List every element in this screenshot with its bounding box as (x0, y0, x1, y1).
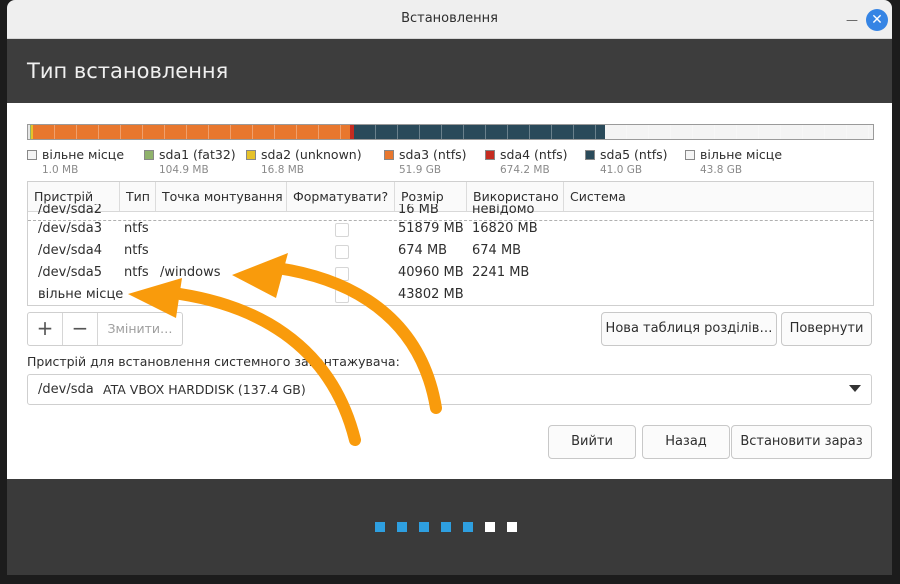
page-title: Тип встановлення (27, 59, 229, 83)
table-body: /dev/sda2 16 MB невідомо /dev/sda3 ntfs … (28, 204, 873, 305)
legend-swatch (384, 150, 394, 160)
legend-name: sda1 (fat32) (159, 147, 236, 162)
bootloader-device-description: ATA VBOX HARDDISK (137.4 GB) (103, 382, 306, 397)
cell-device: /dev/sda4 (38, 243, 102, 258)
cell-mount: /windows (160, 265, 221, 280)
window-title: Встановлення (401, 11, 498, 26)
new-partition-table-button[interactable]: Нова таблиця розділів… (601, 312, 777, 346)
chevron-down-icon (849, 385, 861, 392)
legend-name: sda3 (ntfs) (399, 147, 467, 162)
cell-device: /dev/sda3 (38, 221, 102, 236)
legend-size: 16.8 MB (261, 164, 304, 176)
close-icon[interactable]: ✕ (866, 9, 888, 31)
legend-size: 104.9 MB (159, 164, 209, 176)
progress-dot (485, 522, 495, 532)
format-checkbox[interactable] (335, 267, 349, 281)
change-partition-button[interactable]: Змінити… (98, 313, 182, 345)
cell-size: 43802 MB (398, 287, 464, 302)
legend-size: 674.2 MB (500, 164, 550, 176)
legend-name: вільне місце (42, 147, 125, 162)
bootloader-label: Пристрій для встановлення системного зав… (27, 354, 400, 369)
legend-size: 1.0 MB (42, 164, 79, 176)
title-bar: Встановлення — ✕ (7, 0, 892, 39)
legend-swatch (27, 150, 37, 160)
install-now-button[interactable]: Встановити зараз (731, 425, 872, 459)
footer (7, 479, 892, 575)
quit-button[interactable]: Вийти (548, 425, 636, 459)
bootloader-device-select[interactable]: /dev/sda ATA VBOX HARDDISK (137.4 GB) (27, 374, 872, 405)
minimize-icon[interactable]: — (844, 12, 860, 28)
cell-device: вільне місце (38, 287, 124, 302)
legend-swatch (685, 150, 695, 160)
table-row[interactable]: /dev/sda4 ntfs 674 MB 674 MB (28, 240, 873, 262)
table-row[interactable]: /dev/sda3 ntfs 51879 MB 16820 MB (28, 218, 873, 240)
cell-size: 40960 MB (398, 265, 464, 280)
partition-bar-segment (354, 125, 606, 139)
partition-bar (27, 124, 874, 140)
partition-toolbar: + − Змінити… (27, 312, 183, 346)
legend-name: sda5 (ntfs) (600, 147, 668, 162)
add-partition-button[interactable]: + (28, 313, 63, 345)
legend-swatch (585, 150, 595, 160)
cell-size: 51879 MB (398, 221, 464, 236)
progress-dot (375, 522, 385, 532)
progress-dot (419, 522, 429, 532)
legend-swatch (485, 150, 495, 160)
installer-window: Встановлення — ✕ Тип встановлення вільне… (7, 0, 892, 575)
cell-type: ntfs (124, 221, 149, 236)
cell-used: 2241 MB (472, 265, 530, 280)
legend-size: 43.8 GB (700, 164, 743, 176)
bootloader-device: /dev/sda (38, 382, 94, 397)
legend-name: вільне місце (700, 147, 783, 162)
format-checkbox[interactable] (335, 245, 349, 259)
legend-swatch (246, 150, 256, 160)
table-row[interactable]: вільне місце 43802 MB (28, 284, 873, 305)
legend-swatch (144, 150, 154, 160)
cell-type: ntfs (124, 265, 149, 280)
progress-dot (507, 522, 517, 532)
cell-size: 674 MB (398, 243, 448, 258)
format-checkbox[interactable] (335, 289, 349, 303)
partition-bar-segment (605, 125, 873, 139)
main-content: вільне місце 1.0 MB sda1 (fat32) 104.9 MB sd… (7, 103, 892, 479)
partition-bar-segment (33, 125, 351, 139)
progress-dots (375, 522, 517, 532)
legend-name: sda2 (unknown) (261, 147, 362, 162)
remove-partition-button[interactable]: − (63, 313, 98, 345)
progress-dot (463, 522, 473, 532)
legend-size: 51.9 GB (399, 164, 442, 176)
cell-used: 16820 MB (472, 221, 538, 236)
cell-type: ntfs (124, 243, 149, 258)
progress-dot (397, 522, 407, 532)
legend-size: 41.0 GB (600, 164, 643, 176)
page-header: Тип встановлення (7, 39, 892, 103)
format-checkbox[interactable] (335, 223, 349, 237)
partition-legend: вільне місце 1.0 MB sda1 (fat32) 104.9 MB sd… (27, 147, 887, 177)
cell-used: 674 MB (472, 243, 522, 258)
partition-table: Пристрій Тип Точка монтування Форматуват… (27, 181, 874, 306)
cell-device: /dev/sda5 (38, 265, 102, 280)
table-row[interactable]: /dev/sda5 ntfs /windows 40960 MB 2241 MB (28, 262, 873, 284)
revert-button[interactable]: Повернути (781, 312, 872, 346)
progress-dot (441, 522, 451, 532)
legend-name: sda4 (ntfs) (500, 147, 568, 162)
back-button[interactable]: Назад (642, 425, 730, 459)
